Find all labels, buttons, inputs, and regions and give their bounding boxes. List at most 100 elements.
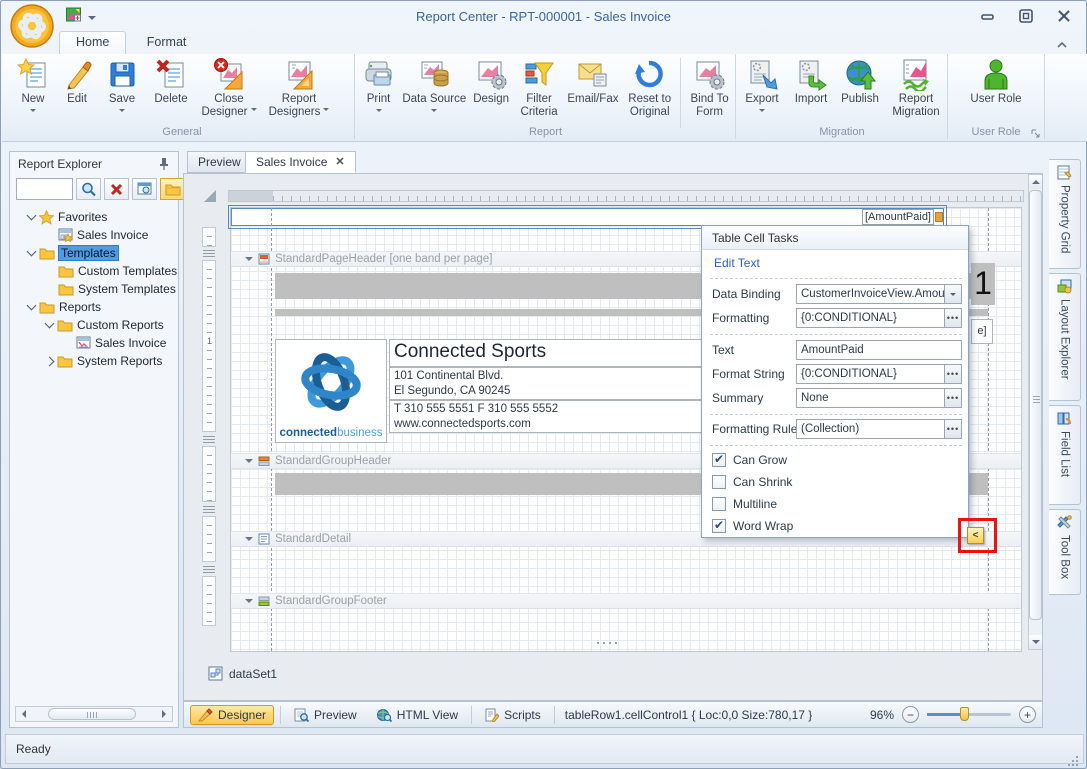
dock-tab-property-grid[interactable]: Property Grid bbox=[1049, 159, 1081, 269]
company-contact-cell[interactable]: T 310 555 5551 F 310 555 5552 www.connec… bbox=[389, 400, 709, 433]
can-shrink-checkbox[interactable]: Can Shrink bbox=[712, 474, 792, 490]
expander-icon[interactable] bbox=[45, 319, 55, 329]
can-grow-checkbox[interactable]: Can Grow bbox=[712, 452, 787, 468]
collapse-ribbon-icon[interactable] bbox=[1056, 37, 1068, 47]
preview-view-button[interactable]: Preview bbox=[287, 706, 364, 724]
import-button[interactable]: Import bbox=[787, 56, 835, 106]
splitter-dots-icon[interactable] bbox=[597, 642, 619, 644]
scrollbar-thumb[interactable] bbox=[48, 708, 136, 720]
report-migration-button[interactable]: ReportMigration bbox=[885, 56, 947, 119]
tree-item-system-reports[interactable]: System Reports bbox=[10, 352, 178, 370]
band-collapse-icon[interactable] bbox=[245, 537, 253, 545]
html-view-button[interactable]: HTML View bbox=[370, 706, 465, 724]
filter-criteria-button[interactable]: FilterCriteria bbox=[515, 56, 564, 119]
designer-view-button[interactable]: Designer bbox=[190, 705, 274, 725]
scroll-left-icon[interactable] bbox=[18, 710, 26, 718]
band-collapse-icon[interactable] bbox=[245, 257, 253, 265]
band-collapse-icon[interactable] bbox=[245, 459, 253, 467]
resize-grip-icon[interactable] bbox=[1067, 747, 1079, 759]
word-wrap-checkbox[interactable]: Word Wrap bbox=[712, 518, 793, 534]
multiline-checkbox[interactable]: Multiline bbox=[712, 496, 777, 512]
save-button[interactable]: Save bbox=[98, 56, 146, 115]
tab-sales-invoice[interactable]: Sales Invoice ✕ bbox=[245, 151, 356, 173]
close-designer-button[interactable]: Close Designer bbox=[196, 56, 262, 119]
report-designers-button[interactable]: Report Designers bbox=[262, 56, 336, 119]
dock-tab-field-list[interactable]: Field List bbox=[1049, 405, 1081, 505]
smart-tag-anchor-icon[interactable] bbox=[935, 212, 943, 222]
dock-tab-layout-explorer[interactable]: Layout Explorer bbox=[1049, 273, 1081, 401]
zoom-out-button[interactable]: − bbox=[902, 706, 919, 723]
text-field[interactable]: AmountPaid bbox=[796, 340, 962, 360]
edit-button[interactable]: Edit bbox=[56, 56, 98, 106]
company-name-cell[interactable]: Connected Sports bbox=[389, 339, 709, 367]
tree-item-reports[interactable]: Reports bbox=[10, 298, 178, 316]
tree-item-favorites-sales-invoice[interactable]: Sales Invoice bbox=[10, 226, 178, 244]
ellipsis-button[interactable]: ••• bbox=[944, 420, 961, 438]
dataset-item[interactable]: dataSet1 bbox=[208, 666, 277, 681]
search-input[interactable] bbox=[16, 178, 73, 200]
reset-to-original-button[interactable]: Reset toOriginal bbox=[622, 56, 677, 119]
zoom-slider-thumb[interactable] bbox=[960, 707, 969, 721]
formatting-field[interactable]: {0:CONDITIONAL}••• bbox=[796, 308, 962, 328]
explorer-hscrollbar[interactable] bbox=[15, 706, 173, 722]
scroll-up-button[interactable] bbox=[1029, 175, 1042, 189]
zoom-in-button[interactable]: + bbox=[1019, 706, 1036, 723]
expander-icon[interactable] bbox=[45, 356, 55, 366]
band-grip-icon[interactable] bbox=[203, 250, 215, 257]
checkbox-icon[interactable] bbox=[712, 497, 726, 511]
delete-button[interactable]: Delete bbox=[146, 56, 196, 106]
tree-item-system-templates[interactable]: System Templates bbox=[10, 280, 178, 298]
band-grip-icon[interactable] bbox=[203, 506, 215, 513]
tree-item-custom-reports[interactable]: Custom Reports bbox=[10, 316, 178, 334]
search-button[interactable] bbox=[76, 178, 101, 200]
close-button[interactable] bbox=[1056, 9, 1072, 23]
app-logo-icon[interactable] bbox=[9, 3, 55, 49]
tree-item-favorites[interactable]: Favorites bbox=[10, 208, 178, 226]
band-grip-icon[interactable] bbox=[203, 436, 215, 443]
minimize-button[interactable] bbox=[980, 9, 996, 23]
tab-home[interactable]: Home bbox=[59, 31, 126, 54]
ellipsis-button[interactable]: ••• bbox=[944, 389, 961, 407]
expander-icon[interactable] bbox=[27, 247, 37, 257]
report-view-button[interactable] bbox=[132, 178, 157, 200]
tree-item-templates[interactable]: Templates bbox=[10, 244, 178, 262]
tree-item-custom-templates[interactable]: Custom Templates bbox=[10, 262, 178, 280]
edit-text-link[interactable]: Edit Text bbox=[714, 256, 760, 270]
company-logo[interactable]: connectedbusiness bbox=[275, 339, 387, 443]
checkbox-icon[interactable] bbox=[712, 453, 726, 467]
expander-icon[interactable] bbox=[27, 211, 37, 221]
ellipsis-button[interactable]: ••• bbox=[944, 309, 961, 327]
scripts-view-button[interactable]: Scripts bbox=[478, 706, 548, 724]
folder-view-button[interactable] bbox=[160, 178, 185, 200]
company-address-cell[interactable]: 101 Continental Blvd. El Segundo, CA 902… bbox=[389, 367, 709, 400]
summary-field[interactable]: None••• bbox=[796, 388, 962, 408]
email-fax-button[interactable]: Email/Fax bbox=[564, 56, 623, 106]
maximize-button[interactable] bbox=[1018, 9, 1034, 23]
bind-to-form-button[interactable]: Bind ToForm bbox=[684, 56, 735, 119]
pin-icon[interactable] bbox=[158, 157, 170, 170]
checkbox-icon[interactable] bbox=[712, 519, 726, 533]
dialog-launcher-icon[interactable] bbox=[1031, 126, 1041, 136]
user-role-button[interactable]: User Role bbox=[956, 56, 1036, 106]
close-tab-icon[interactable]: ✕ bbox=[335, 155, 344, 172]
canvas-vscrollbar[interactable] bbox=[1028, 174, 1043, 650]
band-collapse-icon[interactable] bbox=[245, 599, 253, 607]
format-string-field[interactable]: {0:CONDITIONAL}••• bbox=[796, 364, 962, 384]
tab-preview[interactable]: Preview bbox=[187, 151, 252, 173]
combo-dropdown-button[interactable] bbox=[944, 285, 961, 303]
band-grip-icon[interactable] bbox=[203, 566, 215, 573]
amount-paid-cell[interactable]: [AmountPaid] bbox=[862, 209, 934, 225]
ellipsis-button[interactable]: ••• bbox=[944, 365, 961, 383]
clear-search-button[interactable] bbox=[104, 178, 129, 200]
scroll-right-icon[interactable] bbox=[162, 710, 170, 718]
scrollbar-thumb[interactable] bbox=[1029, 190, 1042, 620]
design-button[interactable]: Design bbox=[468, 56, 515, 106]
expander-icon[interactable] bbox=[27, 301, 37, 311]
data-source-button[interactable]: Data Source bbox=[401, 56, 468, 115]
zoom-slider[interactable] bbox=[927, 713, 1011, 716]
detail-table-row-selected[interactable]: [AmountPaid] bbox=[231, 208, 944, 226]
data-binding-combo[interactable]: CustomerInvoiceView.AmountPaid bbox=[796, 284, 962, 304]
tab-format[interactable]: Format bbox=[131, 32, 203, 55]
scroll-down-button[interactable] bbox=[1029, 635, 1042, 649]
tree-item-sales-invoice-report[interactable]: Sales Invoice bbox=[10, 334, 178, 352]
